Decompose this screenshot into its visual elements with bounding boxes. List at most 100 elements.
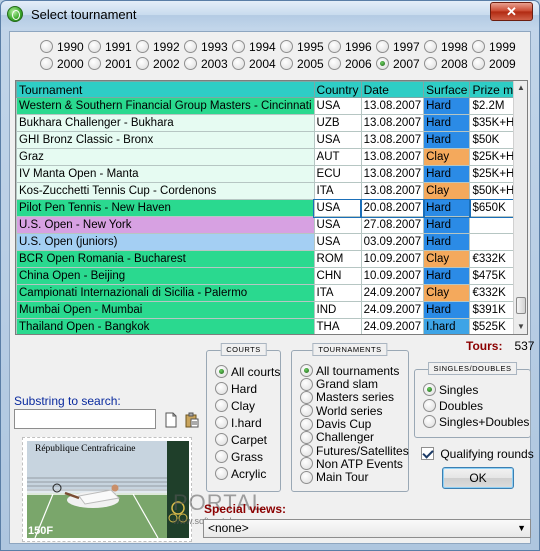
courts-radio[interactable]	[215, 467, 228, 481]
column-header[interactable]: Country	[313, 81, 362, 98]
year-option[interactable]: 2008	[424, 56, 468, 71]
scroll-up-icon[interactable]: ▲	[514, 81, 527, 95]
table-row[interactable]: Kos-Zucchetti Tennis Cup - Cordenons ITA 1…	[16, 182, 527, 200]
vertical-scrollbar[interactable]: ▲ ▼	[513, 81, 527, 334]
courts-radio[interactable]	[215, 382, 228, 396]
courts-option[interactable]: Acrylic	[215, 466, 266, 481]
table-row[interactable]: Mumbai Open - Mumbai IND 24.09.2007 Hard $39…	[16, 301, 527, 319]
year-option[interactable]: 2006	[328, 56, 372, 71]
courts-option[interactable]: Clay	[215, 398, 255, 413]
table-row[interactable]: Graz AUT 13.08.2007 Clay $25K+H	[16, 148, 527, 166]
tournaments-option[interactable]: Davis Cup	[300, 416, 371, 431]
year-radio[interactable]	[328, 57, 341, 71]
table-row[interactable]: Bukhara Challenger - Bukhara UZB 13.08.200…	[16, 114, 527, 132]
tournaments-option[interactable]: Main Tour	[300, 469, 368, 484]
year-option[interactable]: 1992	[136, 39, 180, 54]
year-option[interactable]: 1997	[376, 39, 420, 54]
tournaments-radio[interactable]	[300, 470, 313, 484]
tournaments-option[interactable]: Non ATP Events	[300, 456, 403, 471]
table-row[interactable]: IV Manta Open - Manta ECU 13.08.2007 Hard $2…	[16, 165, 527, 183]
year-option[interactable]: 2002	[136, 56, 180, 71]
year-radio[interactable]	[472, 57, 485, 71]
year-radio[interactable]	[376, 57, 389, 71]
column-header[interactable]: Tournament	[16, 81, 315, 98]
singles_doubles-option[interactable]: Singles	[423, 382, 478, 397]
title-bar[interactable]: Select tournament ✕	[1, 1, 539, 29]
table-row[interactable]: Campionati Internazionali di Sicilia - P…	[16, 284, 527, 302]
year-option[interactable]: 1998	[424, 39, 468, 54]
tournament-grid[interactable]: TournamentCountryDateSurfacePrize money …	[15, 80, 528, 335]
courts-option[interactable]: Grass	[215, 449, 263, 464]
year-option[interactable]: 2000	[40, 56, 84, 71]
courts-option[interactable]: Hard	[215, 381, 257, 396]
singles_doubles-radio[interactable]	[423, 415, 436, 429]
year-radio[interactable]	[328, 40, 341, 54]
year-radio[interactable]	[184, 57, 197, 71]
new-document-icon[interactable]	[163, 412, 179, 428]
chevron-down-icon[interactable]: ▼	[517, 520, 526, 537]
tournaments-option[interactable]: World series	[300, 403, 382, 418]
courts-radio[interactable]	[215, 399, 228, 413]
year-radio[interactable]	[88, 40, 101, 54]
year-radio[interactable]	[280, 40, 293, 54]
table-row[interactable]: U.S. Open - New York USA 27.08.2007 Hard	[16, 216, 527, 234]
table-row[interactable]: Pilot Pen Tennis - New Haven USA 20.08.200…	[16, 198, 527, 218]
year-radio[interactable]	[424, 40, 437, 54]
year-option[interactable]: 2003	[184, 56, 228, 71]
scroll-down-icon[interactable]: ▼	[514, 320, 527, 334]
year-radio[interactable]	[280, 57, 293, 71]
year-option[interactable]: 2005	[280, 56, 324, 71]
qualifying-check[interactable]	[421, 447, 434, 461]
search-input[interactable]	[14, 409, 156, 429]
table-row[interactable]: Thailand Open - Bangkok THA 24.09.2007 I.ha…	[16, 318, 527, 334]
table-row[interactable]: China Open - Beijing CHN 10.09.2007 Hard $47…	[16, 267, 527, 285]
table-row[interactable]: BCR Open Romania - Bucharest ROM 10.09.200…	[16, 250, 527, 268]
year-option[interactable]: 1993	[184, 39, 228, 54]
singles_doubles-option[interactable]: Singles+Doubles	[423, 414, 529, 429]
year-option[interactable]: 1990	[40, 39, 84, 54]
column-header[interactable]: Surface	[423, 81, 471, 98]
courts-option[interactable]: Carpet	[215, 432, 267, 447]
tournaments-option[interactable]: Futures/Satellites	[300, 443, 409, 458]
year-radio[interactable]	[232, 40, 245, 54]
close-button[interactable]: ✕	[490, 2, 533, 21]
scrollbar-thumb[interactable]	[516, 297, 526, 314]
year-option[interactable]: 1999	[472, 39, 516, 54]
year-option[interactable]: 2007	[376, 56, 420, 71]
year-radio[interactable]	[376, 40, 389, 54]
tournaments-option[interactable]: Grand slam	[300, 376, 378, 391]
year-radio[interactable]	[136, 57, 149, 71]
year-option[interactable]: 2004	[232, 56, 276, 71]
singles_doubles-radio[interactable]	[423, 383, 436, 397]
year-option[interactable]: 1994	[232, 39, 276, 54]
table-row[interactable]: U.S. Open (juniors) USA 03.09.2007 Hard	[16, 233, 527, 251]
tournaments-option[interactable]: All tournaments	[300, 363, 399, 378]
courts-radio[interactable]	[215, 433, 228, 447]
year-radio[interactable]	[136, 40, 149, 54]
year-radio[interactable]	[232, 57, 245, 71]
courts-radio[interactable]	[215, 365, 228, 379]
year-radio[interactable]	[40, 40, 53, 54]
year-radio[interactable]	[472, 40, 485, 54]
year-option[interactable]: 2001	[88, 56, 132, 71]
ok-button[interactable]: OK	[442, 467, 514, 489]
year-option[interactable]: 1991	[88, 39, 132, 54]
courts-radio[interactable]	[215, 450, 228, 464]
table-row[interactable]: GHI Bronz Classic - Bronx USA 13.08.2007 Ha…	[16, 131, 527, 149]
clipboard-paste-icon[interactable]	[184, 412, 200, 428]
tournaments-option[interactable]: Masters series	[300, 390, 394, 404]
year-radio[interactable]	[88, 57, 101, 71]
year-option[interactable]: 2009	[472, 56, 516, 71]
year-radio[interactable]	[424, 57, 437, 71]
year-radio[interactable]	[40, 57, 53, 71]
qualifying-checkbox[interactable]: Qualifying rounds	[421, 446, 534, 461]
year-option[interactable]: 1996	[328, 39, 372, 54]
year-radio[interactable]	[184, 40, 197, 54]
singles_doubles-radio[interactable]	[423, 399, 436, 413]
year-option[interactable]: 1995	[280, 39, 324, 54]
singles_doubles-option[interactable]: Doubles	[423, 398, 483, 413]
table-row[interactable]: Western & Southern Financial Group Maste…	[16, 97, 527, 115]
courts-radio[interactable]	[215, 416, 228, 430]
special-views-select[interactable]: <none> ▼	[203, 519, 531, 538]
courts-option[interactable]: I.hard	[215, 415, 262, 430]
